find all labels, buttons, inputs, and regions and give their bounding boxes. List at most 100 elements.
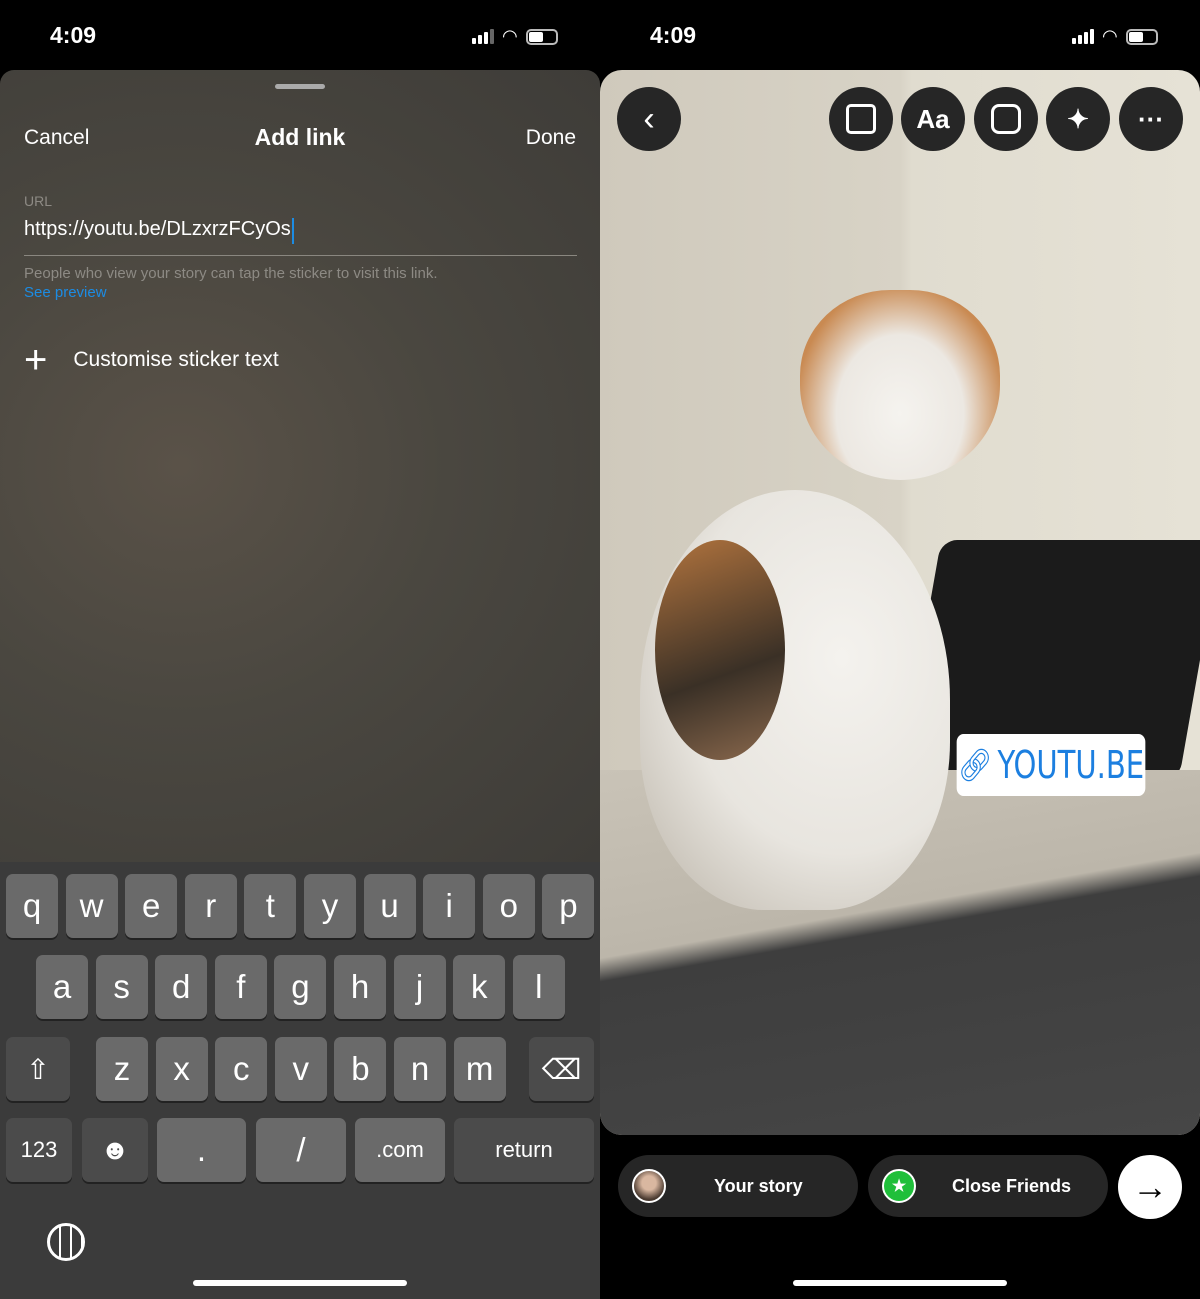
status-icons: ◠ — [472, 26, 558, 47]
dotcom-key[interactable]: .com — [355, 1118, 445, 1182]
text-icon: Aa — [916, 103, 950, 134]
customise-sticker-text-button[interactable]: + Customise sticker text — [24, 340, 279, 380]
cancel-button[interactable]: Cancel — [24, 126, 89, 150]
key-h[interactable]: h — [334, 955, 386, 1019]
key-c[interactable]: c — [215, 1037, 268, 1101]
home-indicator — [193, 1280, 407, 1286]
key-t[interactable]: t — [244, 874, 297, 938]
key-q[interactable]: q — [6, 874, 58, 938]
back-icon: ‹ — [643, 99, 655, 138]
key-label: y — [321, 887, 339, 924]
key-m[interactable]: m — [453, 1037, 506, 1101]
back-button[interactable]: ‹ — [617, 87, 681, 151]
key-label: j — [415, 968, 424, 1005]
key-x[interactable]: x — [155, 1037, 208, 1101]
sheet-grabber[interactable] — [275, 84, 325, 89]
key-o[interactable]: o — [482, 874, 535, 938]
done-button[interactable]: Done — [526, 126, 576, 150]
sticker-button[interactable] — [974, 87, 1038, 151]
url-value: https://youtu.be/DLzxrzFCyOs — [24, 218, 291, 240]
dot-key[interactable]: . — [157, 1118, 246, 1182]
numbers-key[interactable]: 123 — [6, 1118, 72, 1182]
key-label: m — [465, 1050, 494, 1087]
url-input[interactable]: https://youtu.be/DLzxrzFCyOs — [24, 218, 577, 256]
key-label: q — [22, 887, 42, 924]
key-l[interactable]: l — [512, 955, 565, 1019]
helper-text: People who view your story can tap the s… — [24, 265, 438, 282]
effects-button[interactable]: ✦ — [1046, 87, 1110, 151]
key-label: o — [499, 887, 518, 924]
more-button[interactable]: ··· — [1119, 87, 1183, 151]
key-label: g — [291, 968, 310, 1005]
key-label: a — [52, 968, 72, 1005]
key-f[interactable]: f — [214, 955, 267, 1019]
key-e[interactable]: e — [125, 874, 178, 938]
key-label: f — [236, 968, 246, 1005]
key-label: w — [79, 887, 104, 924]
key-label: c — [232, 1050, 250, 1087]
slash-key[interactable]: / — [256, 1118, 346, 1182]
key-y[interactable]: y — [304, 874, 356, 938]
key-r[interactable]: r — [184, 874, 237, 938]
shift-key[interactable]: ⇧ — [6, 1037, 70, 1101]
key-s[interactable]: s — [95, 955, 148, 1019]
close-friends-button[interactable]: ★ Close Friends — [868, 1155, 1108, 1217]
key-label: n — [410, 1050, 430, 1087]
globe-icon[interactable] — [47, 1223, 85, 1261]
sticker-text: YOUTU.BE — [997, 743, 1145, 787]
see-preview-link[interactable]: See preview — [24, 284, 107, 301]
text-cursor — [291, 218, 294, 244]
key-label: return — [495, 1137, 553, 1162]
signal-icon — [472, 29, 494, 44]
text-button[interactable]: Aa — [901, 87, 965, 151]
key-i[interactable]: i — [423, 874, 476, 938]
wifi-icon: ◠ — [502, 26, 518, 46]
key-n[interactable]: n — [394, 1037, 446, 1101]
key-p[interactable]: p — [542, 874, 595, 938]
key-a[interactable]: a — [36, 955, 88, 1019]
wifi-icon: ◠ — [1102, 26, 1118, 46]
return-key[interactable]: return — [454, 1118, 594, 1182]
share-next-button[interactable]: → — [1118, 1155, 1182, 1219]
key-j[interactable]: j — [393, 955, 446, 1019]
key-v[interactable]: v — [274, 1037, 327, 1101]
key-label: i — [445, 887, 453, 924]
key-label: 123 — [20, 1137, 58, 1162]
key-b[interactable]: b — [334, 1037, 387, 1101]
key-g[interactable]: g — [274, 955, 327, 1019]
delete-key[interactable]: ⌫ — [529, 1037, 594, 1101]
link-icon: 🔗︎ — [957, 746, 993, 784]
key-u[interactable]: u — [363, 874, 416, 938]
status-icons: ◠ — [1072, 26, 1158, 47]
customise-label: Customise sticker text — [73, 348, 279, 371]
key-z[interactable]: z — [96, 1037, 148, 1101]
status-time: 4:09 — [50, 22, 97, 48]
key-label: z — [113, 1050, 131, 1087]
signal-icon — [1072, 29, 1094, 44]
tag-people-button[interactable] — [829, 87, 893, 151]
effects-icon: ✦ — [1067, 103, 1089, 134]
key-label: / — [296, 1131, 306, 1168]
link-sticker[interactable]: 🔗︎ YOUTU.BE — [956, 734, 1146, 796]
key-label: k — [470, 968, 488, 1005]
backspace-icon: ⌫ — [541, 1053, 582, 1085]
key-k[interactable]: k — [453, 955, 506, 1019]
key-d[interactable]: d — [155, 955, 208, 1019]
your-story-button[interactable]: Your story — [618, 1155, 858, 1217]
more-icon: ··· — [1138, 103, 1164, 134]
key-label: s — [113, 968, 130, 1005]
battery-icon — [1125, 28, 1158, 45]
star-icon: ★ — [882, 1169, 916, 1203]
emoji-icon: ☻ — [100, 1134, 130, 1165]
key-label: . — [196, 1131, 207, 1168]
emoji-key[interactable]: ☻ — [82, 1118, 148, 1182]
arrow-right-icon: → — [1132, 1166, 1168, 1207]
key-w[interactable]: w — [65, 874, 118, 938]
close-friends-label: Close Friends — [952, 1175, 1072, 1196]
battery-icon — [525, 28, 558, 45]
add-link-sheet: Cancel Add link Done URL https://youtu.b… — [0, 70, 600, 862]
key-label: h — [350, 968, 370, 1005]
story-photo: 🔗︎ YOUTU.BE ‹ Aa ✦ ··· — [600, 70, 1200, 1135]
avatar — [632, 1169, 666, 1203]
key-label: d — [172, 968, 191, 1005]
